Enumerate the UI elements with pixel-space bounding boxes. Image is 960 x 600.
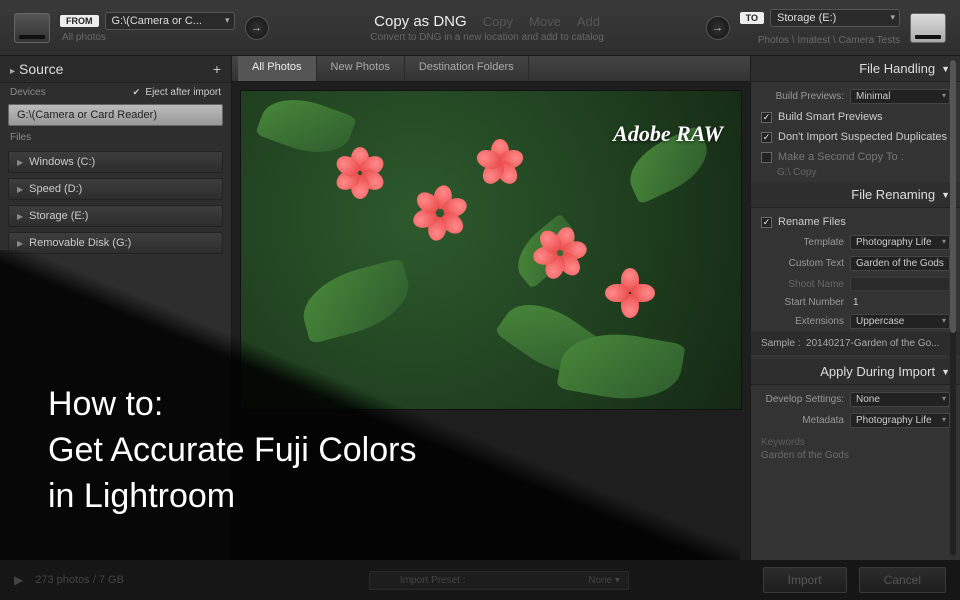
device-row[interactable]: G:\(Camera or Card Reader) [8,104,223,126]
import-button[interactable]: Import [763,567,847,593]
right-scrollbar[interactable] [950,60,956,556]
mode-copy[interactable]: Copy [483,14,513,29]
smart-previews-checkbox[interactable] [761,112,772,123]
tab-destination-folders[interactable]: Destination Folders [405,56,529,81]
to-path-dropdown[interactable]: Storage (E:) [770,9,900,27]
template-dropdown[interactable]: Photography Life [850,235,950,250]
second-copy-path: G:\ Copy [751,167,960,178]
start-number-value[interactable]: 1 [850,297,950,308]
files-section: Files [0,128,231,147]
files-list: ▶Windows (C:) ▶Speed (D:) ▶Storage (E:) … [0,147,231,258]
mode-move[interactable]: Move [529,14,561,29]
watermark-text: Adobe RAW [613,121,723,147]
file-renaming-header[interactable]: File Renaming▼ [751,182,960,208]
import-count-info: 273 photos / 7 GB [35,574,235,586]
metadata-dropdown[interactable]: Photography Life [850,413,950,428]
develop-settings-dropdown[interactable]: None [850,392,950,407]
from-group: FROM G:\(Camera or C... All photos [60,12,235,43]
apply-during-import-header[interactable]: Apply During Import▼ [751,359,960,385]
mode-add[interactable]: Add [577,14,600,29]
eject-checkbox[interactable]: ✔Eject after import [131,87,221,98]
to-badge: TO [740,12,764,24]
build-previews-label: Build Previews: [761,91,844,102]
tab-all-photos[interactable]: All Photos [238,56,317,81]
dest-drive-icon [910,13,946,43]
add-source-icon[interactable]: + [213,61,221,77]
right-panels: File Handling▼ Build Previews:Minimal Bu… [750,56,960,560]
rename-files-checkbox[interactable] [761,217,772,228]
volume-item[interactable]: ▶Speed (D:) [8,178,223,200]
preview-photo[interactable]: Adobe RAW [240,90,742,410]
nav-forward-left-icon[interactable]: → [245,16,269,40]
source-panel-header[interactable]: ▸Source + [0,56,231,83]
center-panel: All Photos New Photos Destination Folder… [232,56,750,560]
devices-label: Devices [10,87,46,98]
to-group: TO Storage (E:) Photos \ Imatest \ Camer… [740,9,900,46]
extensions-dropdown[interactable]: Uppercase [850,314,950,329]
file-handling-header[interactable]: File Handling▼ [751,56,960,82]
volume-item[interactable]: ▶Storage (E:) [8,205,223,227]
mode-copy-dng[interactable]: Copy as DNG [374,13,467,30]
build-previews-dropdown[interactable]: Minimal [850,89,950,104]
expand-footer-icon[interactable]: ▶ [14,573,23,587]
source-title: Source [19,61,63,77]
from-badge: FROM [60,15,99,27]
devices-section: Devices ✔Eject after import [0,83,231,102]
tab-new-photos[interactable]: New Photos [317,56,405,81]
from-sub-caption: All photos [60,32,235,43]
second-copy-checkbox[interactable] [761,152,772,163]
preview-tabs: All Photos New Photos Destination Folder… [232,56,750,82]
to-sub-caption: Photos \ Imatest \ Camera Tests [756,35,900,46]
keywords-input[interactable]: Garden of the Gods [761,450,849,461]
from-path-dropdown[interactable]: G:\(Camera or C... [105,12,235,30]
source-drive-icon [14,13,50,43]
mode-subtitle: Convert to DNG in a new location and add… [279,32,696,43]
files-label: Files [10,132,31,143]
preview-area: Adobe RAW [232,82,750,560]
volume-item[interactable]: ▶Removable Disk (G:) [8,232,223,254]
nav-forward-right-icon[interactable]: → [706,16,730,40]
cancel-button[interactable]: Cancel [859,567,946,593]
no-duplicates-checkbox[interactable] [761,132,772,143]
import-topbar: FROM G:\(Camera or C... All photos → Cop… [0,0,960,56]
main-area: ▸Source + Devices ✔Eject after import G:… [0,56,960,560]
source-panel: ▸Source + Devices ✔Eject after import G:… [0,56,232,560]
custom-text-input[interactable]: Garden of the Gods [850,256,950,271]
import-preset-dropdown[interactable]: Import Preset : None ▾ [369,571,629,590]
sample-value: 20140217-Garden of the Go... [806,338,939,349]
import-mode-group: Copy as DNG Copy Move Add Convert to DNG… [279,13,696,43]
volume-item[interactable]: ▶Windows (C:) [8,151,223,173]
shoot-name-input[interactable] [850,277,950,291]
import-footer: ▶ 273 photos / 7 GB Import Preset : None… [0,560,960,600]
